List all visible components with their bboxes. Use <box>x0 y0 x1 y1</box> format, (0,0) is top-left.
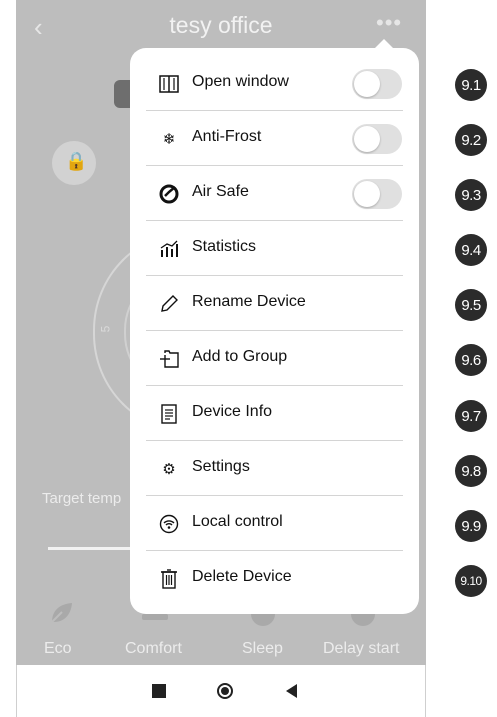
callout-badge: 9.8 <box>455 455 487 487</box>
mode-eco[interactable]: Eco <box>44 640 72 658</box>
mode-comfort[interactable]: Comfort <box>125 640 182 658</box>
menu-item-rename-device[interactable]: Rename Device <box>146 276 403 331</box>
menu-item-label: Settings <box>192 458 250 475</box>
menu-item-label: Add to Group <box>192 348 288 365</box>
menu-item-label: Device Info <box>192 403 273 420</box>
square-icon <box>152 684 166 698</box>
android-nav-bar <box>16 665 426 717</box>
home-button[interactable] <box>205 665 245 717</box>
callout-badge: 9.5 <box>455 289 487 321</box>
menu-item-device-info[interactable]: Device Info <box>146 386 403 441</box>
toggle-knob <box>354 181 380 207</box>
dial-number: 5 <box>98 325 113 333</box>
anti-frost-toggle[interactable] <box>352 124 402 154</box>
snowflake-icon: ❄ <box>162 131 176 148</box>
toggle-knob <box>354 71 380 97</box>
gear-icon: ⚙ <box>162 461 176 478</box>
lock-icon: 🔒 <box>65 151 88 171</box>
statistics-icon <box>159 239 179 259</box>
add-group-icon <box>159 349 179 369</box>
menu-item-anti-frost[interactable]: ❄ Anti-Frost <box>146 111 403 166</box>
callout-badge: 9.1 <box>455 69 487 101</box>
more-dots-icon[interactable]: ••• <box>376 10 402 36</box>
toggle-knob <box>354 126 380 152</box>
callout-badge: 9.4 <box>455 234 487 266</box>
mode-delay-start[interactable]: Delay start <box>323 640 399 658</box>
callout-badge: 9.10 <box>455 565 487 597</box>
callout-badge: 9.3 <box>455 179 487 211</box>
leaf-icon <box>46 600 76 626</box>
back-button[interactable] <box>271 665 311 717</box>
callout-badge: 9.6 <box>455 344 487 376</box>
menu-item-statistics[interactable]: Statistics <box>146 221 403 276</box>
menu-item-add-to-group[interactable]: Add to Group <box>146 331 403 386</box>
lock-button[interactable]: 🔒 <box>52 141 96 185</box>
window-icon <box>159 74 179 94</box>
air-safe-toggle[interactable] <box>352 179 402 209</box>
callout-badge: 9.2 <box>455 124 487 156</box>
menu-item-delete-device[interactable]: Delete Device <box>146 551 403 606</box>
wifi-circle-icon <box>159 514 179 534</box>
circle-icon <box>217 683 233 699</box>
menu-item-label: Air Safe <box>192 183 249 200</box>
trash-icon <box>159 569 179 589</box>
menu-item-label: Anti-Frost <box>192 128 262 145</box>
callout-badge: 9.9 <box>455 510 487 542</box>
callout-badge: 9.7 <box>455 400 487 432</box>
air-safe-icon <box>159 184 179 204</box>
menu-item-open-window[interactable]: Open window <box>146 56 403 111</box>
target-temp-label: Target temp <box>42 490 122 507</box>
menu-item-label: Statistics <box>192 238 257 255</box>
recents-button[interactable] <box>139 665 179 717</box>
document-icon <box>159 404 179 424</box>
menu-item-air-safe[interactable]: Air Safe <box>146 166 403 221</box>
pencil-icon <box>159 294 179 314</box>
mode-sleep[interactable]: Sleep <box>242 640 283 658</box>
triangle-back-icon <box>285 684 297 698</box>
device-menu-popup: Open window ❄ Anti-Frost Air Safe Statis… <box>130 39 419 614</box>
menu-item-label: Open window <box>192 73 289 90</box>
menu-item-local-control[interactable]: Local control <box>146 496 403 551</box>
menu-item-label: Delete Device <box>192 568 292 585</box>
menu-item-settings[interactable]: ⚙ Settings <box>146 441 403 496</box>
page-title: tesy office <box>169 12 273 38</box>
menu-item-label: Local control <box>192 513 283 530</box>
menu-item-label: Rename Device <box>192 293 306 310</box>
open-window-toggle[interactable] <box>352 69 402 99</box>
